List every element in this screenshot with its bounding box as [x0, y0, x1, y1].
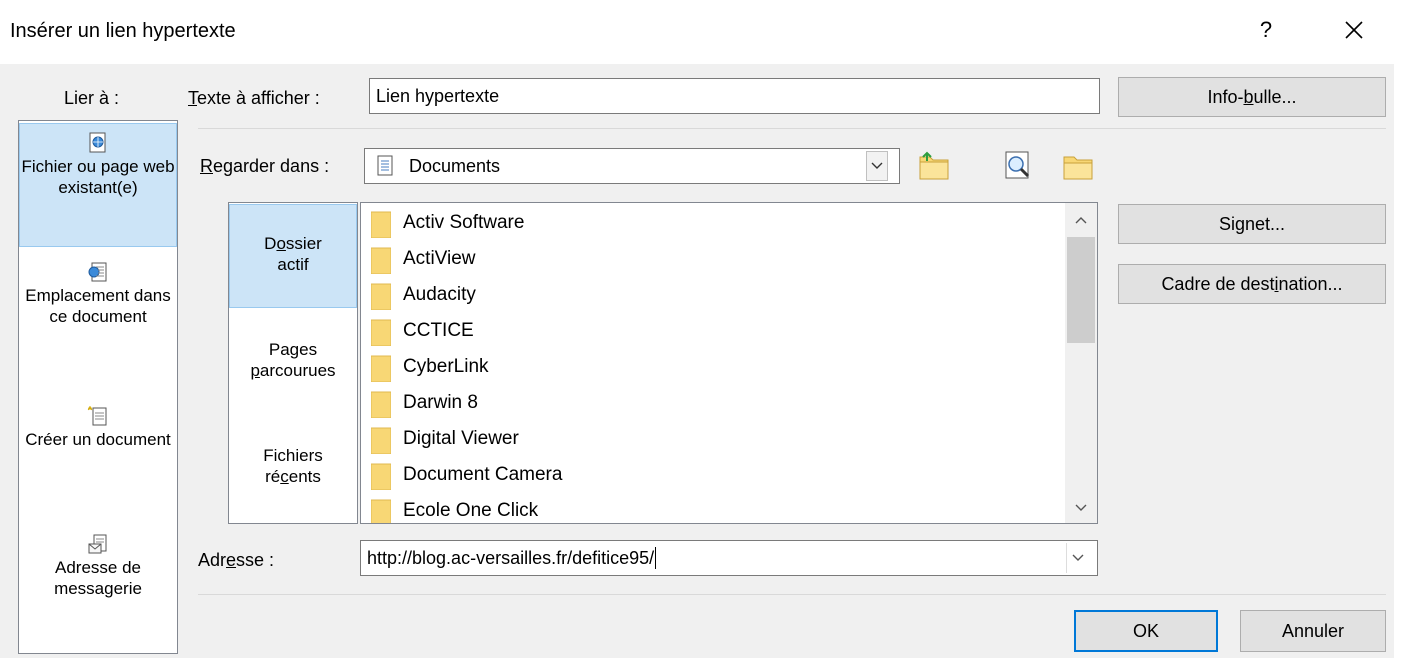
- file-list[interactable]: Activ Software ActiView Audacity CCTICE …: [360, 202, 1098, 524]
- window-edge: [1394, 0, 1406, 658]
- recent-files-tab[interactable]: Fichiers récents: [229, 445, 357, 505]
- list-item[interactable]: Audacity: [371, 277, 476, 313]
- target-frame-button[interactable]: Cadre de dest i nation...: [1118, 264, 1386, 304]
- file-name: Darwin 8: [403, 392, 478, 413]
- file-name: CCTICE: [403, 320, 474, 341]
- file-name: Audacity: [403, 284, 476, 305]
- file-name: ActiView: [403, 248, 476, 269]
- help-button[interactable]: ?: [1254, 14, 1278, 46]
- file-name: Ecole One Click: [403, 500, 539, 521]
- close-icon: [1345, 21, 1363, 39]
- browsed-pages-tab[interactable]: Pages parcourues: [229, 339, 357, 399]
- close-button[interactable]: [1338, 14, 1370, 46]
- folder-icon: [371, 463, 391, 490]
- look-in-value: Documents: [409, 155, 501, 176]
- email-icon: [88, 534, 107, 554]
- folder-icon: [371, 499, 391, 523]
- display-text-input[interactable]: Lien hypertexte: [369, 78, 1100, 114]
- look-in-dropdown-button[interactable]: [866, 151, 888, 181]
- list-item[interactable]: Darwin 8: [371, 385, 478, 421]
- folder-icon: [371, 283, 391, 310]
- cancel-button[interactable]: Annuler: [1240, 610, 1386, 652]
- link-to-label: Lier à :: [64, 88, 120, 108]
- folder-icon: [371, 355, 391, 382]
- bookmark-button[interactable]: Si g net...: [1118, 204, 1386, 244]
- window-title: Insérer un lien hypertexte: [10, 20, 236, 42]
- file-name: Document Camera: [403, 464, 563, 485]
- list-item[interactable]: Ecole One Click: [371, 493, 539, 523]
- chevron-down-icon: [1075, 504, 1087, 511]
- document-place-icon: [88, 262, 107, 282]
- address-value: http://blog.ac-versailles.fr/defitice95/: [367, 547, 655, 568]
- link-item-label: Adresse de messagerie: [54, 558, 142, 598]
- address-label: Adresse :: [198, 550, 275, 570]
- chevron-down-icon: [871, 162, 883, 169]
- file-name: CyberLink: [403, 356, 489, 377]
- browse-web-icon: [1005, 151, 1030, 179]
- text-cursor: [655, 547, 657, 569]
- documents-icon: [377, 155, 393, 176]
- list-item[interactable]: Digital Viewer: [371, 421, 519, 457]
- scroll-down-button[interactable]: [1065, 493, 1097, 523]
- link-to-new-document[interactable]: Créer un document: [19, 405, 177, 501]
- look-in-combo[interactable]: Documents: [364, 148, 900, 184]
- browse-web-button[interactable]: [1000, 148, 1036, 184]
- scroll-up-button[interactable]: [1065, 205, 1097, 235]
- new-document-icon: [87, 405, 107, 426]
- browse-location-pane: Dossier actif Pages parcourues Fichiers réc…: [228, 202, 358, 524]
- web-page-icon: [89, 132, 106, 153]
- file-name: Digital Viewer: [403, 428, 519, 449]
- file-name: Activ Software: [403, 212, 525, 233]
- file-list-scrollbar[interactable]: [1065, 203, 1097, 523]
- link-item-label: Emplacement dans ce document: [25, 286, 171, 326]
- list-item[interactable]: ActiView: [371, 241, 476, 277]
- list-item[interactable]: CyberLink: [371, 349, 489, 385]
- folder-icon: [371, 391, 391, 418]
- link-to-place-in-document[interactable]: Emplacement dans ce document: [19, 261, 177, 379]
- list-item[interactable]: CCTICE: [371, 313, 474, 349]
- display-text-label: Texte à afficher :: [188, 88, 320, 108]
- link-to-existing-file[interactable]: Fichier ou page web existant(e): [19, 123, 177, 247]
- address-dropdown-button[interactable]: [1066, 543, 1088, 573]
- look-in-label: Regarder dans :: [200, 156, 330, 176]
- title-bar: Insérer un lien hypertexte ?: [0, 0, 1406, 64]
- folder-up-button[interactable]: [916, 148, 952, 184]
- current-folder-tab[interactable]: Dossier actif: [229, 204, 357, 308]
- folder-up-icon: [919, 151, 949, 180]
- separator: [198, 594, 1386, 595]
- list-item[interactable]: Activ Software: [371, 205, 524, 241]
- browse-file-button[interactable]: [1060, 148, 1096, 184]
- chevron-down-icon: [1072, 554, 1083, 561]
- browse-file-icon: [1063, 156, 1093, 180]
- separator: [198, 128, 1386, 129]
- link-to-email-address[interactable]: Adresse de messagerie: [19, 533, 177, 629]
- link-to-pane: Fichier ou page web existant(e) Emplacem…: [18, 120, 178, 654]
- tooltip-button[interactable]: Info-b ulle...: [1118, 77, 1386, 117]
- address-input[interactable]: http://blog.ac-versailles.fr/defitice95/: [360, 540, 1098, 576]
- list-item[interactable]: Document Camera: [371, 457, 562, 493]
- scroll-thumb[interactable]: [1067, 237, 1095, 343]
- link-item-label: Créer un document: [25, 430, 171, 449]
- link-item-label: Fichier ou page web existant(e): [21, 157, 175, 197]
- folder-icon: [371, 427, 391, 454]
- folder-icon: [371, 211, 391, 238]
- folder-icon: [371, 247, 391, 274]
- ok-button[interactable]: OK: [1074, 610, 1218, 652]
- insert-hyperlink-dialog: Insérer un lien hypertexte ? Lier à : Fi…: [0, 0, 1406, 658]
- chevron-up-icon: [1075, 217, 1087, 224]
- folder-icon: [371, 319, 391, 346]
